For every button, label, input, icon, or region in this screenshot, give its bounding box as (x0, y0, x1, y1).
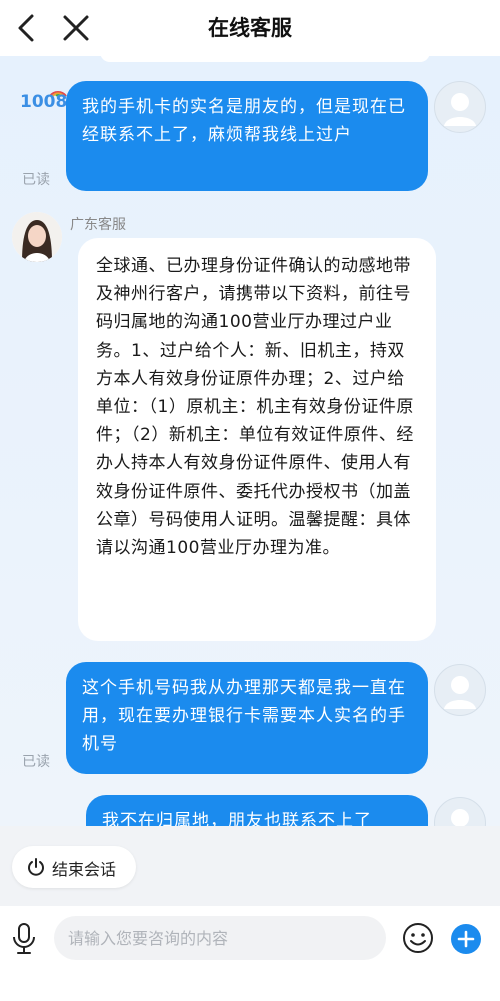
quick-actions-area: 结束会话 (0, 826, 500, 906)
message-text: 全球通、已办理身份证件确认的动感地带及神州行客户，请携带以下资料，前往号码归属地… (96, 256, 414, 559)
user-avatar-icon (444, 676, 476, 709)
chat-area[interactable]: 1008 我的手机卡的实名是朋友的，但是现在已经联系不上了，麻烦帮我线上过户 已… (0, 56, 500, 826)
bottom-strip (0, 972, 500, 1001)
user-avatar-icon (444, 93, 476, 126)
emoji-icon[interactable] (402, 922, 434, 954)
plus-button[interactable] (451, 924, 481, 954)
message-text: 这个手机号码我从办理那天都是我一直在用，现在要办理银行卡需要本人实名的手机号 (82, 678, 406, 754)
agent-message: 全球通、已办理身份证件确认的动感地带及神州行客户，请携带以下资料，前往号码归属地… (78, 238, 436, 641)
message-text: 我不在归属地，朋友也联系不上了 (102, 811, 372, 826)
input-bar (0, 906, 500, 972)
message-text: 我的手机卡的实名是朋友的，但是现在已经联系不上了，麻烦帮我线上过户 (82, 97, 406, 145)
power-icon (28, 858, 44, 876)
user-avatar[interactable] (434, 664, 486, 716)
previous-message-edge (100, 56, 430, 62)
user-avatar-icon (451, 809, 469, 826)
user-avatar[interactable] (434, 81, 486, 133)
agent-avatar[interactable] (12, 212, 62, 262)
read-status: 已读 (22, 172, 50, 188)
read-status: 已读 (22, 754, 50, 770)
user-message: 我的手机卡的实名是朋友的，但是现在已经联系不上了，麻烦帮我线上过户 (66, 81, 428, 191)
user-avatar[interactable] (434, 797, 486, 826)
end-session-button[interactable]: 结束会话 (12, 846, 136, 888)
top-bar: 在线客服 (0, 0, 500, 56)
plus-icon (457, 930, 475, 948)
user-message: 我不在归属地，朋友也联系不上了 (86, 795, 428, 826)
end-session-label: 结束会话 (52, 860, 117, 879)
brand-logo: 1008 (20, 84, 72, 114)
message-input[interactable] (54, 916, 386, 960)
brand-text: 1008 (20, 92, 68, 112)
page-title: 在线客服 (208, 16, 292, 40)
agent-avatar-icon (12, 212, 62, 262)
agent-name: 广东客服 (70, 217, 126, 233)
user-message: 这个手机号码我从办理那天都是我一直在用，现在要办理银行卡需要本人实名的手机号 (66, 662, 428, 774)
microphone-icon[interactable] (10, 922, 38, 956)
